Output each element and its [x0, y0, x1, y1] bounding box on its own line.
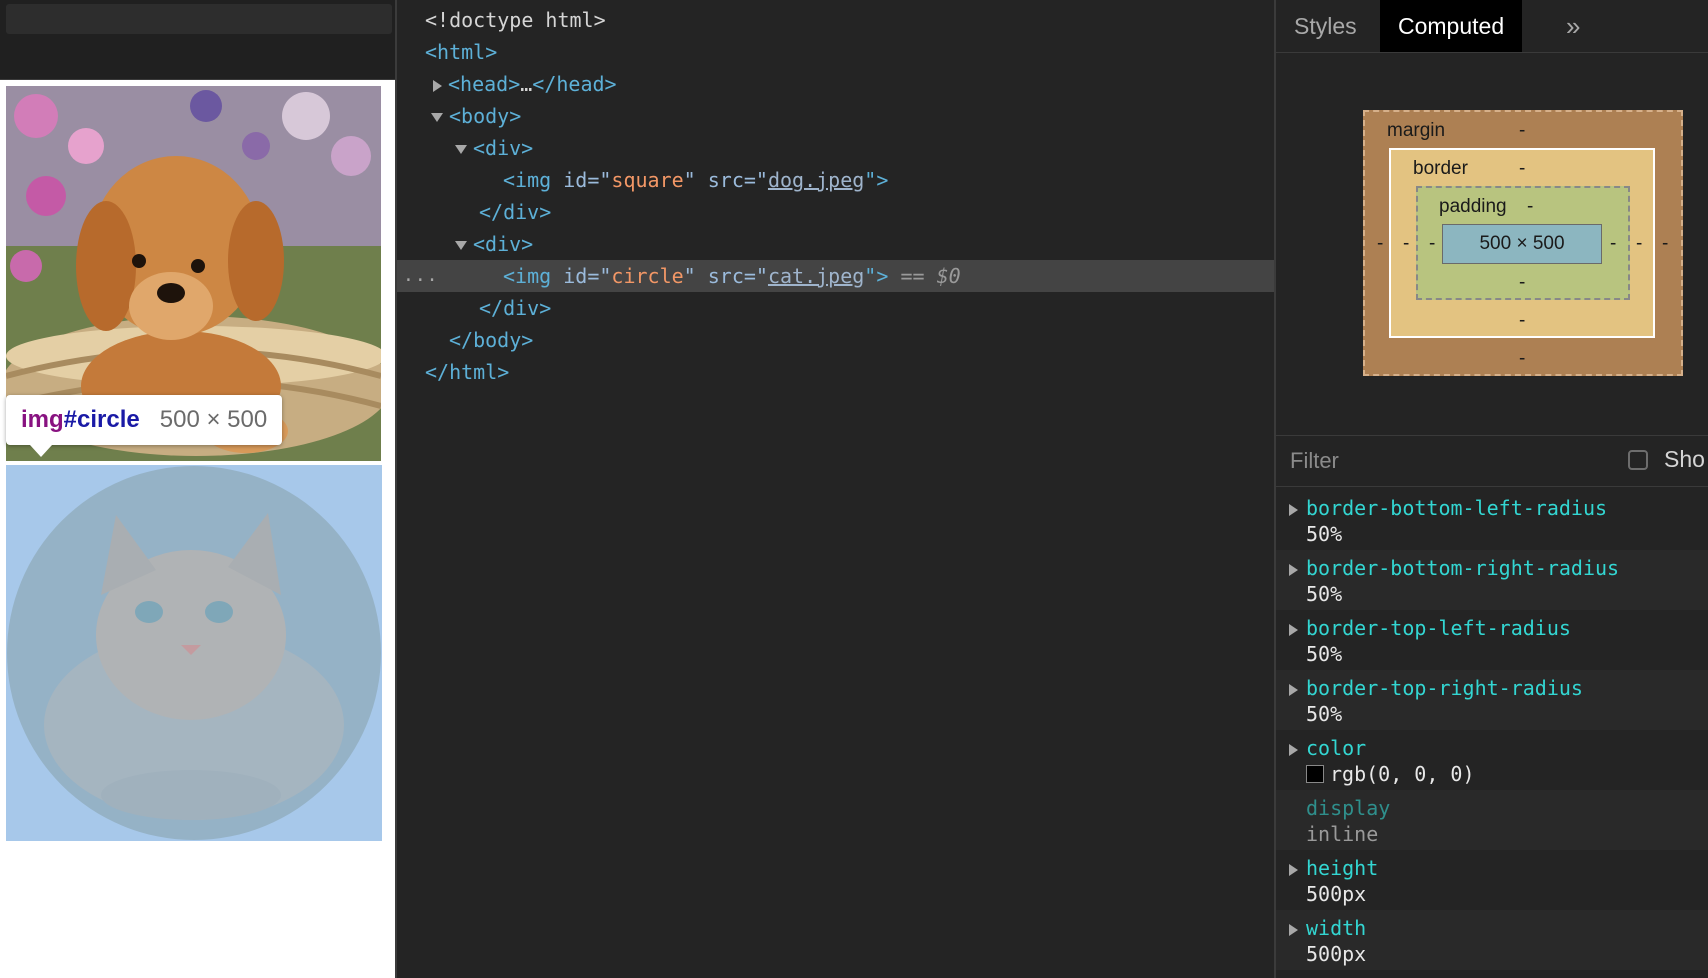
- expand-triangle-icon[interactable]: [1289, 924, 1298, 936]
- property-value: 50%: [1306, 642, 1343, 666]
- element-tooltip: img #circle 500 × 500: [6, 395, 283, 445]
- property-name: display: [1306, 796, 1391, 820]
- property-value: 50%: [1306, 522, 1343, 546]
- collapse-triangle-icon[interactable]: [455, 241, 467, 250]
- show-all-checkbox[interactable]: [1628, 450, 1648, 470]
- dom-node-head[interactable]: <head>…</head>: [397, 68, 1274, 100]
- border-bottom-value[interactable]: -: [1519, 310, 1525, 332]
- computed-property[interactable]: border-top-right-radius 50%: [1276, 670, 1708, 730]
- filter-input[interactable]: [1290, 446, 1590, 476]
- more-actions-icon[interactable]: ...: [403, 260, 439, 292]
- box-model-content[interactable]: 500 × 500: [1442, 224, 1602, 264]
- border-right-value[interactable]: -: [1636, 233, 1642, 255]
- padding-top-value[interactable]: -: [1527, 196, 1533, 218]
- property-value: 500px: [1306, 882, 1367, 906]
- sidebar-tabs: Styles Computed »: [1276, 0, 1708, 53]
- property-name: border-bottom-left-radius: [1306, 496, 1608, 520]
- margin-right-value[interactable]: -: [1662, 233, 1668, 255]
- expand-triangle-icon[interactable]: [1289, 504, 1298, 516]
- tab-styles[interactable]: Styles: [1276, 0, 1375, 52]
- dom-node-doctype[interactable]: <!doctype html>: [397, 4, 1274, 36]
- expand-triangle-icon[interactable]: [1289, 564, 1298, 576]
- border-left-value[interactable]: -: [1403, 233, 1409, 255]
- devtools-window: img #circle 500 × 500 <!doctype html> <ht…: [0, 0, 1708, 978]
- dom-node-img-circle[interactable]: ... <img id="circle" src="cat.jpeg"> == …: [397, 260, 1274, 292]
- dom-node-body-close[interactable]: </body>: [397, 324, 1274, 356]
- page-viewport: img #circle 500 × 500: [0, 0, 396, 978]
- computed-property[interactable]: border-top-left-radius 50%: [1276, 610, 1708, 670]
- console-ref: $0: [936, 264, 961, 288]
- color-swatch-icon[interactable]: [1306, 765, 1324, 783]
- expand-triangle-icon[interactable]: [1289, 864, 1298, 876]
- dom-node-body[interactable]: <body>: [397, 100, 1274, 132]
- collapse-triangle-icon[interactable]: [455, 145, 467, 154]
- expand-triangle-icon[interactable]: [1289, 684, 1298, 696]
- margin-label: margin: [1387, 120, 1446, 141]
- dom-node-img-square[interactable]: <img id="square" src="dog.jpeg">: [397, 164, 1274, 196]
- margin-top-value[interactable]: -: [1519, 120, 1525, 142]
- computed-property[interactable]: display inline: [1276, 790, 1708, 850]
- src-link[interactable]: cat.jpeg: [768, 264, 864, 288]
- computed-property[interactable]: border-bottom-left-radius 50%: [1276, 490, 1708, 550]
- dom-node-div[interactable]: <div>: [397, 132, 1274, 164]
- property-name: height: [1306, 856, 1379, 880]
- computed-properties-list: border-bottom-left-radius 50% border-bot…: [1276, 490, 1708, 978]
- viewport-toolbar: [0, 0, 396, 80]
- computed-property[interactable]: color rgb(0, 0, 0): [1276, 730, 1708, 790]
- elements-panel: <!doctype html> <html> <head>…</head> <b…: [397, 0, 1274, 978]
- box-model-diagram: 500 × 500 margin - border - padding - - …: [1276, 52, 1708, 435]
- property-name: border-top-right-radius: [1306, 676, 1583, 700]
- property-name: width: [1306, 916, 1367, 940]
- margin-left-value[interactable]: -: [1377, 233, 1383, 255]
- property-value: 50%: [1306, 702, 1343, 726]
- property-name: color: [1306, 736, 1367, 760]
- tab-computed[interactable]: Computed: [1380, 0, 1523, 52]
- property-name: border-bottom-right-radius: [1306, 556, 1620, 580]
- more-tabs-icon[interactable]: »: [1550, 0, 1596, 52]
- property-value: rgb(0, 0, 0): [1306, 762, 1475, 786]
- property-name: border-top-left-radius: [1306, 616, 1571, 640]
- tooltip-tag: img: [21, 406, 64, 433]
- computed-property[interactable]: height 500px: [1276, 850, 1708, 910]
- tooltip-id: #circle: [63, 406, 140, 433]
- show-all-label[interactable]: Sho: [1664, 446, 1705, 473]
- computed-property[interactable]: border-bottom-right-radius 50%: [1276, 550, 1708, 610]
- tooltip-arrow: [30, 445, 52, 457]
- property-value: 50%: [1306, 582, 1343, 606]
- device-toolbar[interactable]: [6, 4, 392, 34]
- padding-left-value[interactable]: -: [1429, 233, 1435, 255]
- property-value: inline: [1306, 822, 1379, 846]
- collapse-triangle-icon[interactable]: [431, 113, 443, 122]
- dom-node-html[interactable]: <html>: [397, 36, 1274, 68]
- expand-triangle-icon[interactable]: [1289, 624, 1298, 636]
- cat-image[interactable]: [6, 465, 382, 841]
- filter-bar: Sho: [1276, 435, 1708, 487]
- property-value: 500px: [1306, 942, 1367, 966]
- computed-sidebar: Styles Computed » 500 × 500 margin - bor…: [1276, 0, 1708, 978]
- expand-triangle-icon[interactable]: [1289, 744, 1298, 756]
- border-top-value[interactable]: -: [1519, 158, 1525, 180]
- padding-label: padding: [1439, 196, 1507, 217]
- expand-triangle-icon[interactable]: [433, 79, 442, 92]
- tooltip-dimensions: 500 × 500: [159, 406, 268, 433]
- dom-node-div-close[interactable]: </div>: [397, 292, 1274, 324]
- dom-node-div[interactable]: <div>: [397, 228, 1274, 260]
- padding-right-value[interactable]: -: [1610, 233, 1616, 255]
- margin-bottom-value[interactable]: -: [1519, 348, 1525, 370]
- computed-property[interactable]: width 500px: [1276, 910, 1708, 970]
- border-label: border: [1413, 158, 1468, 179]
- padding-bottom-value[interactable]: -: [1519, 272, 1525, 294]
- dom-node-div-close[interactable]: </div>: [397, 196, 1274, 228]
- dom-node-html-close[interactable]: </html>: [397, 356, 1274, 388]
- src-link[interactable]: dog.jpeg: [768, 168, 864, 192]
